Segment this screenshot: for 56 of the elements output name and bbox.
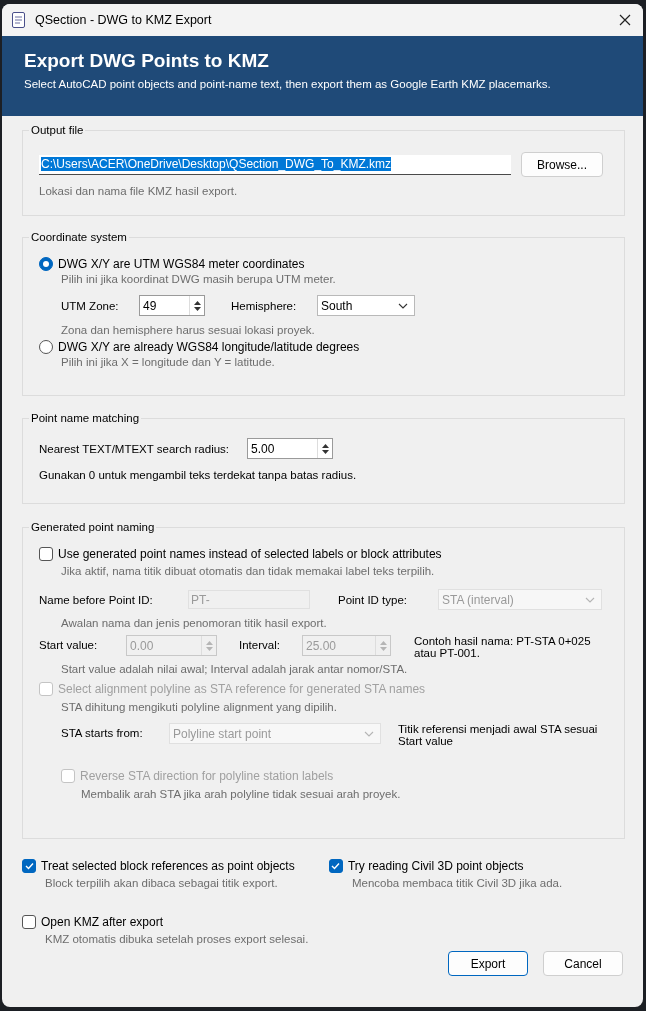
dialog-button[interactable]: Export	[448, 951, 528, 976]
checkbox-label[interactable]: Try reading Civil 3D point objects	[347, 859, 524, 873]
checkbox[interactable]	[39, 547, 53, 561]
app-icon	[12, 12, 25, 28]
radio-label[interactable]: DWG X/Y are already WGS84 longitude/latitude degrees	[58, 340, 360, 354]
field-label: Nearest TEXT/MTEXT search radius:	[39, 442, 231, 455]
field-label: Interval:	[239, 639, 281, 651]
group-legend: Coordinate system	[29, 231, 129, 243]
header-title: Export DWG Points to KMZ	[24, 50, 270, 72]
dropdown[interactable]: South	[317, 295, 415, 316]
close-button[interactable]	[617, 12, 633, 28]
group-legend: Output file	[29, 124, 86, 136]
checkbox[interactable]	[22, 915, 36, 929]
spin-arrows-icon[interactable]	[189, 296, 204, 315]
number-spinner[interactable]: 49	[139, 295, 205, 316]
hint-text: Pilih ini jika X = longitude dan Y = latitude.	[60, 356, 276, 368]
hint-text: Awalan nama dan jenis penomoran titik hasil export.	[60, 617, 328, 629]
checkbox-label[interactable]: Open KMZ after export	[41, 915, 164, 929]
checkbox-label[interactable]: Treat selected block references as point objects	[41, 859, 295, 873]
group-legend: Point name matching	[29, 412, 142, 424]
radio-label[interactable]: DWG X/Y are UTM WGS84 meter coordinates	[58, 257, 305, 271]
hint-text: Membalik arah STA jika arah polyline tidak sesuai arah proyek.	[80, 788, 402, 800]
spin-arrows-icon[interactable]	[317, 439, 332, 458]
hint-text: Start value adalah nilai awal; Interval adalah jarak antar nomor/STA.	[60, 663, 409, 675]
field-label: STA starts from:	[61, 727, 144, 739]
note-text: Titik referensi menjadi awal STA sesuai Start value	[398, 723, 599, 747]
field-label: Start value:	[39, 639, 99, 651]
radio-button[interactable]	[39, 340, 53, 354]
hint-text: Lokasi dan nama file KMZ hasil export.	[39, 185, 239, 197]
field-label: Point ID type:	[338, 593, 409, 606]
checkbox[interactable]	[22, 859, 36, 873]
hint-text: Jika aktif, nama titik dibuat otomatis dan tidak memakai label teks terpilih.	[60, 565, 436, 577]
header-subtitle: Select AutoCAD point objects and point-name text, then export them as Google Earth KMZ placemarks.	[24, 78, 552, 90]
dialog-button[interactable]: Cancel	[543, 951, 623, 976]
hint-text: Gunakan 0 untuk mengambil teks terdekat tanpa batas radius.	[39, 469, 358, 481]
dropdown-chevron-icon	[398, 302, 408, 309]
hint-text: Block terpilih akan dibaca sebagai titik export.	[44, 877, 279, 889]
hint-text: Pilih ini jika koordinat DWG masih berupa UTM meter.	[60, 273, 337, 285]
checkbox-label[interactable]: Use generated point names instead of selected labels or block attributes	[58, 547, 442, 561]
hint-text: STA dihitung mengikuti polyline alignment yang dipilih.	[60, 701, 338, 713]
radio-button[interactable]	[39, 257, 53, 271]
checkbox[interactable]	[328, 859, 343, 873]
browse-button[interactable]: Browse...	[521, 152, 603, 177]
hint-text: KMZ otomatis dibuka setelah proses export selesai.	[44, 933, 310, 945]
hint-text: Zona dan hemisphere harus sesuai lokasi proyek.	[60, 324, 316, 336]
group-legend: Generated point naming	[29, 521, 157, 533]
hint-text: Mencoba membaca titik Civil 3D jika ada.	[350, 877, 564, 889]
field-label: Hemisphere:	[231, 299, 298, 312]
field-label: Name before Point ID:	[39, 593, 154, 606]
dropdown-chevron-icon	[585, 596, 595, 603]
output-path-field[interactable]: C:\Users\ACER\OneDrive\Desktop\QSection_DWG_To_KMZ.kmz	[39, 154, 511, 175]
dropdown-chevron-icon	[364, 730, 374, 737]
number-spinner[interactable]: 5.00	[247, 438, 333, 459]
field-label: UTM Zone:	[61, 299, 120, 312]
example-text: Contoh hasil nama: PT-STA 0+025 atau PT-001.	[414, 635, 592, 659]
window-title: QSection - DWG to KMZ Export	[35, 13, 213, 27]
